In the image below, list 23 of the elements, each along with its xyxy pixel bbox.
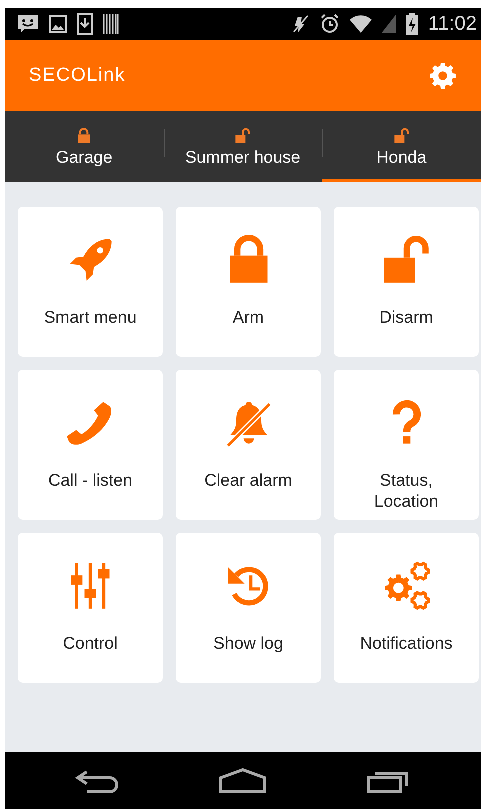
battery-icon xyxy=(406,13,418,35)
mute-icon xyxy=(292,14,310,34)
clock-time: 11:02 xyxy=(428,12,477,36)
image-icon xyxy=(49,15,67,33)
action-tile[interactable]: Smart menu xyxy=(18,207,163,357)
location-tab[interactable]: Garage xyxy=(5,111,164,182)
action-tile[interactable]: Status, Location xyxy=(334,370,479,520)
action-tile[interactable]: Notifications xyxy=(334,533,479,683)
wifi-icon xyxy=(350,15,372,33)
barcode-icon xyxy=(103,14,119,34)
action-tile[interactable]: Control xyxy=(18,533,163,683)
action-tile[interactable]: Show log xyxy=(176,533,321,683)
action-tile[interactable]: Arm xyxy=(176,207,321,357)
unlocked-lock-icon xyxy=(382,235,432,285)
alarm-clock-icon xyxy=(320,14,340,34)
location-tab[interactable]: Summer house xyxy=(164,111,322,182)
download-icon xyxy=(77,13,93,35)
action-tile[interactable]: Call - listen xyxy=(18,370,163,520)
app-logo: SECOLink xyxy=(29,64,126,86)
signal-icon xyxy=(382,15,396,33)
message-icon xyxy=(17,14,39,34)
action-tile[interactable]: Disarm xyxy=(334,207,479,357)
action-tile[interactable]: Clear alarm xyxy=(176,370,321,520)
